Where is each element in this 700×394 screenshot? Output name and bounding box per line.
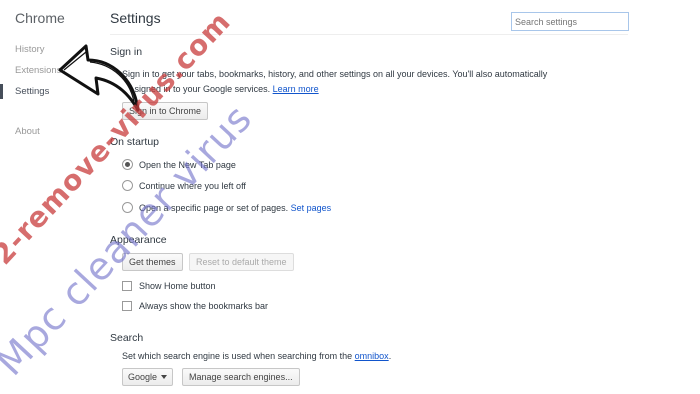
search-description-text: Set which search engine is used when sea… bbox=[122, 351, 353, 361]
sidebar-item-history[interactable]: History bbox=[15, 44, 45, 55]
search-engine-value: Google bbox=[128, 372, 158, 382]
startup-option-continue[interactable]: Continue where you left off bbox=[122, 180, 246, 191]
show-bookmarks-checkbox[interactable] bbox=[122, 301, 132, 311]
show-home-label: Show Home button bbox=[139, 281, 216, 291]
section-title-appearance: Appearance bbox=[110, 234, 167, 246]
sidebar-item-extensions[interactable]: Extensions bbox=[15, 65, 61, 76]
startup-option-specific-pages[interactable]: Open a specific page or set of pages. Se… bbox=[122, 202, 331, 213]
settings-main: Settings Sign in Sign in to get your tab… bbox=[110, 0, 630, 394]
show-bookmarks-label: Always show the bookmarks bar bbox=[139, 301, 269, 311]
startup-option-label: Continue where you left off bbox=[139, 180, 246, 191]
search-input[interactable] bbox=[511, 12, 629, 31]
sidebar: Chrome History Extensions Settings About bbox=[0, 0, 100, 394]
omnibox-link[interactable]: omnibox bbox=[355, 351, 389, 361]
startup-option-label: Open a specific page or set of pages. bbox=[139, 202, 289, 213]
sidebar-item-about[interactable]: About bbox=[15, 126, 40, 137]
show-home-checkbox[interactable] bbox=[122, 281, 132, 291]
section-title-on-startup: On startup bbox=[110, 136, 160, 148]
show-bookmarks-row[interactable]: Always show the bookmarks bar bbox=[122, 301, 268, 311]
sign-in-description-line2: be signed in to your Google services. Le… bbox=[122, 84, 319, 94]
page-title: Settings bbox=[110, 10, 161, 26]
learn-more-link[interactable]: Learn more bbox=[273, 84, 319, 94]
radio-continue[interactable] bbox=[122, 180, 133, 191]
sidebar-item-settings[interactable]: Settings bbox=[15, 86, 49, 97]
sign-in-button[interactable]: Sign in to Chrome bbox=[122, 102, 209, 120]
section-title-sign-in: Sign in bbox=[110, 46, 143, 58]
show-home-row[interactable]: Show Home button bbox=[122, 281, 216, 291]
radio-specific-pages[interactable] bbox=[122, 202, 133, 213]
startup-option-new-tab[interactable]: Open the New Tab page bbox=[122, 159, 236, 170]
sign-in-line2-text: be signed in to your Google services. bbox=[122, 84, 271, 94]
reset-theme-button[interactable]: Reset to default theme bbox=[189, 253, 294, 271]
manage-search-engines-button[interactable]: Manage search engines... bbox=[182, 368, 300, 386]
search-engine-select[interactable]: Google bbox=[122, 368, 174, 386]
radio-new-tab[interactable] bbox=[122, 159, 133, 170]
chevron-down-icon bbox=[161, 375, 168, 379]
set-pages-link[interactable]: Set pages bbox=[291, 203, 332, 213]
sign-in-description-line1: Sign in to get your tabs, bookmarks, his… bbox=[122, 69, 548, 79]
brand-title: Chrome bbox=[15, 10, 65, 26]
get-themes-button[interactable]: Get themes bbox=[122, 253, 183, 271]
startup-option-label: Open the New Tab page bbox=[139, 159, 236, 170]
search-description: Set which search engine is used when sea… bbox=[122, 351, 392, 361]
section-title-search: Search bbox=[110, 332, 144, 344]
selected-marker bbox=[0, 84, 3, 99]
header-divider bbox=[110, 34, 628, 35]
